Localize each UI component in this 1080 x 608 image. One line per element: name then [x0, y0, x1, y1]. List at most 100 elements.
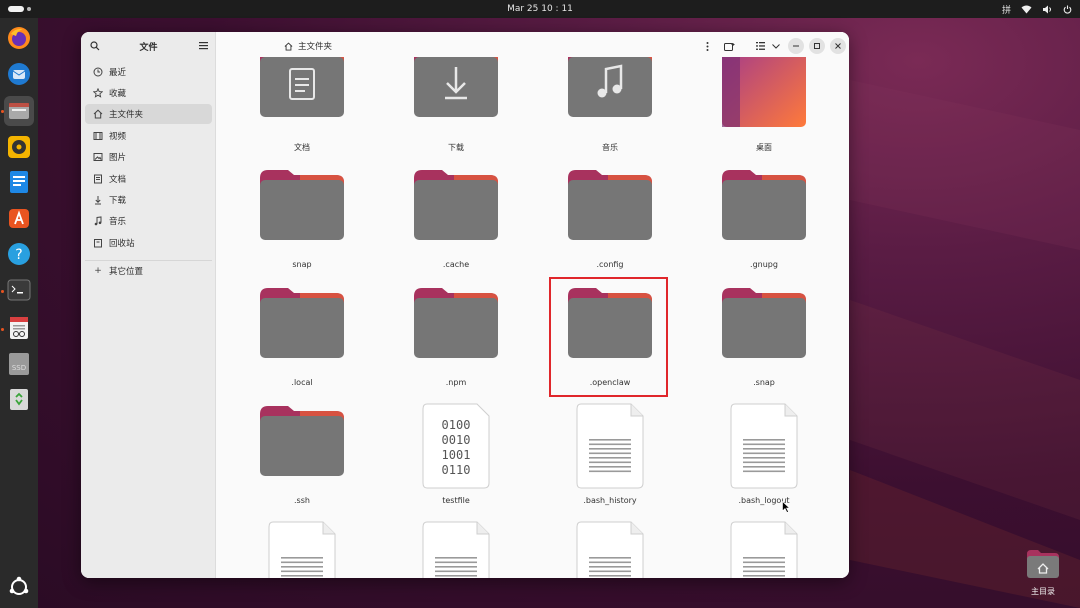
dock: ? SSD	[0, 18, 38, 608]
running-indicator	[1, 110, 4, 113]
ubuntu-icon[interactable]	[6, 574, 32, 600]
text-file-icon	[730, 403, 798, 493]
network-icon[interactable]	[1021, 5, 1032, 14]
file-name: .local	[291, 378, 313, 387]
folder-icon	[260, 170, 344, 244]
maximize-icon[interactable]	[809, 38, 825, 54]
sidebar-item-label: 其它位置	[109, 267, 144, 277]
current-location: 主文件夹	[298, 42, 333, 52]
volume-icon[interactable]	[1042, 5, 1053, 14]
terminal-icon[interactable]	[6, 277, 32, 303]
desktop-home-folder[interactable]: 主目录	[1023, 548, 1063, 598]
plus-icon: +	[94, 266, 102, 276]
sidebar-item-recent[interactable]: 最近	[85, 62, 212, 82]
file-name: 下载	[448, 143, 464, 152]
header-bar: 主文件夹	[216, 32, 849, 60]
svg-text:0100: 0100	[442, 418, 471, 432]
file-name: .snap	[753, 378, 775, 387]
sidebar: 文件 最近 收藏 主文件夹 视频 图片 文档 下载 音乐 回收站 + 其它位置	[81, 32, 216, 578]
sidebar-item-videos[interactable]: 视频	[85, 126, 212, 146]
folder-icon	[722, 57, 806, 127]
top-bar: Mar 25 10 : 11 拼	[0, 0, 1080, 18]
app-center-icon[interactable]	[6, 205, 32, 231]
sidebar-item-starred[interactable]: 收藏	[85, 83, 212, 103]
writer-icon[interactable]	[6, 169, 32, 195]
sidebar-item-downloads[interactable]: 下载	[85, 190, 212, 210]
text-file-icon[interactable]	[730, 521, 798, 578]
ssd-icon[interactable]: SSD	[6, 351, 32, 377]
sidebar-item-other-locations[interactable]: + 其它位置	[85, 261, 212, 281]
sidebar-item-label: 主文件夹	[109, 110, 144, 120]
sidebar-header: 文件	[81, 32, 216, 60]
sidebar-item-label: 下载	[109, 196, 127, 206]
svg-text:0010: 0010	[442, 433, 471, 447]
clock[interactable]: Mar 25 10 : 11	[0, 4, 1080, 14]
sidebar-item-label: 视频	[109, 132, 127, 142]
file-name: testfile	[442, 496, 470, 505]
video-icon	[93, 132, 103, 140]
files-icon[interactable]	[4, 96, 34, 126]
document-icon	[94, 174, 102, 184]
folder-icon	[568, 57, 652, 127]
running-indicator	[1, 328, 4, 331]
sidebar-item-label: 收藏	[109, 89, 127, 99]
close-icon[interactable]	[830, 38, 846, 54]
sidebar-item-label: 图片	[109, 153, 127, 163]
firefox-icon[interactable]	[6, 25, 32, 51]
folder-icon	[260, 57, 344, 127]
text-file-icon[interactable]	[268, 521, 336, 578]
folder-icon	[568, 170, 652, 244]
thunderbird-icon[interactable]	[6, 61, 32, 87]
file-name: .ssh	[294, 496, 310, 505]
more-options-icon[interactable]	[699, 38, 715, 54]
trash-icon[interactable]	[6, 386, 32, 412]
folder-icon	[260, 406, 344, 480]
folder-icon	[414, 57, 498, 127]
file-name: .npm	[445, 378, 467, 387]
document-viewer-icon[interactable]	[6, 315, 32, 341]
folder-icon	[414, 288, 498, 362]
file-name: 音乐	[602, 143, 618, 152]
sidebar-item-music[interactable]: 音乐	[85, 211, 212, 231]
input-method-indicator[interactable]: 拼	[1002, 3, 1011, 16]
app-title: 文件	[139, 43, 158, 53]
folder-icon	[260, 288, 344, 362]
file-name: .bash_history	[583, 496, 637, 505]
list-view-icon[interactable]	[752, 38, 768, 54]
folder-icon	[722, 288, 806, 362]
text-file-icon[interactable]	[576, 521, 644, 578]
menu-icon[interactable]	[199, 41, 208, 50]
file-name: .openclaw	[589, 378, 631, 387]
star-icon	[93, 88, 103, 98]
system-tray[interactable]: 拼	[1002, 2, 1072, 16]
running-indicator	[1, 290, 4, 293]
text-file-icon[interactable]	[422, 521, 490, 578]
svg-text:SSD: SSD	[12, 364, 26, 372]
help-icon[interactable]: ?	[6, 241, 32, 267]
new-folder-icon[interactable]	[721, 38, 737, 54]
file-name: .cache	[442, 260, 470, 269]
sidebar-item-pictures[interactable]: 图片	[85, 147, 212, 167]
text-file-icon	[576, 403, 644, 493]
rhythmbox-icon[interactable]	[6, 134, 32, 160]
sidebar-item-label: 回收站	[109, 239, 135, 249]
chevron-down-icon[interactable]	[768, 38, 784, 54]
file-name: 桌面	[756, 143, 772, 152]
sidebar-item-trash[interactable]: 回收站	[85, 233, 212, 253]
folder-icon	[568, 288, 652, 362]
location-bar[interactable]: 主文件夹	[278, 37, 718, 55]
sidebar-item-home[interactable]: 主文件夹	[85, 104, 212, 124]
mouse-cursor	[782, 498, 791, 517]
sidebar-item-documents[interactable]: 文档	[85, 169, 212, 189]
minimize-icon[interactable]	[788, 38, 804, 54]
sidebar-item-label: 音乐	[109, 217, 127, 227]
sidebar-item-label: 最近	[109, 68, 127, 78]
trash-icon	[94, 239, 102, 248]
power-icon[interactable]	[1063, 5, 1072, 14]
svg-text:0110: 0110	[442, 463, 471, 477]
binary-file-icon: 0100 0010 1001 0110	[422, 403, 490, 493]
file-name: .gnupg	[750, 260, 778, 269]
file-name: snap	[292, 260, 312, 269]
desktop-home-label: 主目录	[1031, 587, 1055, 596]
folder-icon	[414, 170, 498, 244]
